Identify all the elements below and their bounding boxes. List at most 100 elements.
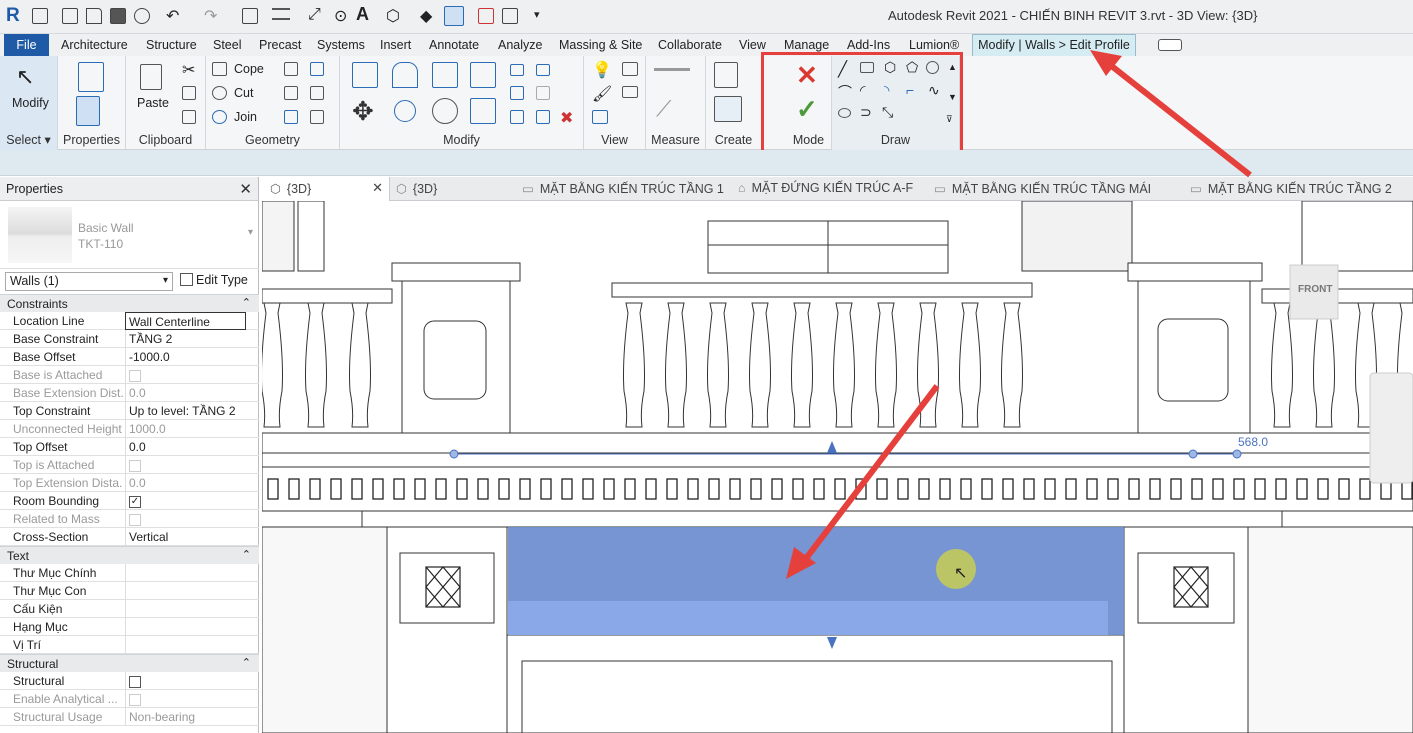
scale-icon[interactable] <box>536 86 550 100</box>
collapse-icon[interactable]: ⌃ <box>242 656 251 669</box>
offset-icon[interactable] <box>392 62 418 88</box>
tab-insert[interactable]: Insert <box>380 38 411 52</box>
pin-icon[interactable] <box>510 110 524 124</box>
view-tab-elevation[interactable]: ⌂ MẶT ĐỨNG KIẾN TRÚC A-F <box>738 181 913 195</box>
view-tab-3d[interactable]: ⬡ {3D} <box>396 181 437 196</box>
paste-icon[interactable] <box>140 64 162 90</box>
tab-collaborate[interactable]: Collaborate <box>658 38 722 52</box>
geometry-tool-3-icon[interactable] <box>284 86 298 100</box>
property-value[interactable]: ✓ <box>125 492 246 510</box>
cut-icon[interactable] <box>212 86 227 100</box>
geometry-tool-6-icon[interactable] <box>310 110 324 124</box>
property-group-header[interactable]: Text ⌃ <box>0 546 259 564</box>
create-group-icon[interactable] <box>714 96 742 122</box>
move-icon[interactable]: ✥ <box>352 96 374 127</box>
create-part-icon[interactable] <box>714 62 738 88</box>
close-icon[interactable]: ✕ <box>372 180 383 196</box>
3d-viewport[interactable]: FRONT 568.0 ↖ <box>262 201 1413 733</box>
chevron-down-icon[interactable]: ▾ <box>248 227 253 238</box>
linework-icon[interactable] <box>622 86 638 98</box>
property-value[interactable]: TẦNG 2 <box>125 330 246 348</box>
view-tab-floor-plan-1[interactable]: ▭ MẶT BẰNG KIẾN TRÚC TẦNG 1 <box>522 181 724 196</box>
thin-lines-icon[interactable] <box>444 6 464 26</box>
3d-view-icon[interactable]: ⬡ <box>386 6 400 26</box>
modify-button[interactable]: Modify <box>12 96 49 110</box>
property-value[interactable] <box>125 672 246 690</box>
unpin-icon[interactable] <box>536 110 550 124</box>
delete-icon[interactable]: ✖ <box>560 108 573 128</box>
properties-icon[interactable] <box>76 96 100 126</box>
tab-manage[interactable]: Manage <box>784 38 829 52</box>
tab-steel[interactable]: Steel <box>213 38 242 52</box>
property-value[interactable] <box>125 618 246 636</box>
mirror-draw-icon[interactable] <box>470 62 496 88</box>
copy-icon[interactable] <box>182 86 196 100</box>
property-value[interactable]: -1000.0 <box>125 348 246 366</box>
tab-add-ins[interactable]: Add-Ins <box>847 38 890 52</box>
dimension-label[interactable]: 568.0 <box>1238 435 1268 449</box>
property-checkbox[interactable]: ✓ <box>129 495 141 508</box>
rotate-icon[interactable] <box>432 98 458 124</box>
property-group-header[interactable]: Structural ⌃ <box>0 654 259 672</box>
redo-icon[interactable]: ↷ <box>204 6 217 26</box>
join-icon[interactable] <box>212 110 227 124</box>
hide-icon[interactable]: 💡 <box>592 60 612 80</box>
join-button[interactable]: Join <box>234 110 257 124</box>
cut-button[interactable]: Cut <box>234 86 253 100</box>
switch-windows-icon[interactable] <box>502 8 518 24</box>
property-group-header[interactable]: Constraints ⌃ <box>0 294 259 312</box>
property-value[interactable]: Vertical <box>125 528 246 546</box>
close-hidden-icon[interactable] <box>478 8 494 24</box>
property-value[interactable] <box>125 600 246 618</box>
geometry-tool-1-icon[interactable] <box>284 62 298 76</box>
section-icon[interactable]: ◆ <box>420 6 432 26</box>
measure-line-icon[interactable] <box>654 68 690 71</box>
print-icon[interactable] <box>242 8 258 24</box>
cope-button[interactable]: Cope <box>234 62 264 76</box>
collapse-icon[interactable]: ⌃ <box>242 296 251 309</box>
property-value[interactable] <box>125 582 246 600</box>
geometry-tool-4-icon[interactable] <box>310 86 324 100</box>
match-icon[interactable] <box>182 110 196 124</box>
split-icon[interactable] <box>510 64 524 76</box>
save-icon[interactable] <box>110 8 126 24</box>
cursor-icon[interactable]: ↖ <box>16 64 34 90</box>
paint-icon[interactable]: 🖌 <box>592 84 612 104</box>
qat-dropdown-icon[interactable]: ▾ <box>534 8 540 21</box>
property-value[interactable] <box>125 564 246 582</box>
collapse-icon[interactable]: ⌃ <box>242 548 251 561</box>
copy-element-icon[interactable] <box>394 100 416 122</box>
override-icon[interactable] <box>622 62 638 76</box>
view-tool-icon[interactable] <box>592 110 608 124</box>
tab-lumion[interactable]: Lumion® <box>909 38 959 52</box>
tab-structure[interactable]: Structure <box>146 38 197 52</box>
view-tab-3d-active[interactable]: ⬡ {3D} ✕ <box>262 177 390 201</box>
mirror-axis-icon[interactable] <box>432 62 458 88</box>
cope-icon[interactable] <box>212 62 227 76</box>
close-icon[interactable]: ✕ <box>239 180 252 198</box>
tab-precast[interactable]: Precast <box>259 38 301 52</box>
property-value[interactable]: Up to level: TẦNG 2 <box>125 402 246 420</box>
revit-logo[interactable]: R <box>6 5 24 27</box>
type-selector[interactable]: Basic Wall TKT-110 ▾ <box>0 201 259 269</box>
geometry-tool-2-icon[interactable] <box>310 62 324 76</box>
tab-systems[interactable]: Systems <box>317 38 365 52</box>
geometry-tool-5-icon[interactable] <box>284 110 298 124</box>
text-icon[interactable]: A <box>356 4 369 25</box>
trim-icon[interactable] <box>470 98 496 124</box>
tab-annotate[interactable]: Annotate <box>429 38 479 52</box>
property-value[interactable] <box>125 636 246 654</box>
align-icon[interactable] <box>352 62 378 88</box>
viewcube-face-label[interactable]: FRONT <box>1298 284 1332 295</box>
select-label[interactable]: Select ▾ <box>0 132 57 147</box>
array-icon[interactable] <box>510 86 524 100</box>
undo-icon[interactable]: ↶ <box>166 6 179 26</box>
type-properties-icon[interactable] <box>78 62 104 92</box>
sync-icon[interactable] <box>134 8 150 24</box>
dimension-icon[interactable]: ⤢ <box>308 6 321 24</box>
split-gap-icon[interactable] <box>536 64 550 76</box>
new-icon[interactable] <box>62 8 78 24</box>
open-icon[interactable] <box>86 8 102 24</box>
tab-architecture[interactable]: Architecture <box>61 38 128 52</box>
edit-type-button[interactable]: Edit Type <box>180 273 248 287</box>
